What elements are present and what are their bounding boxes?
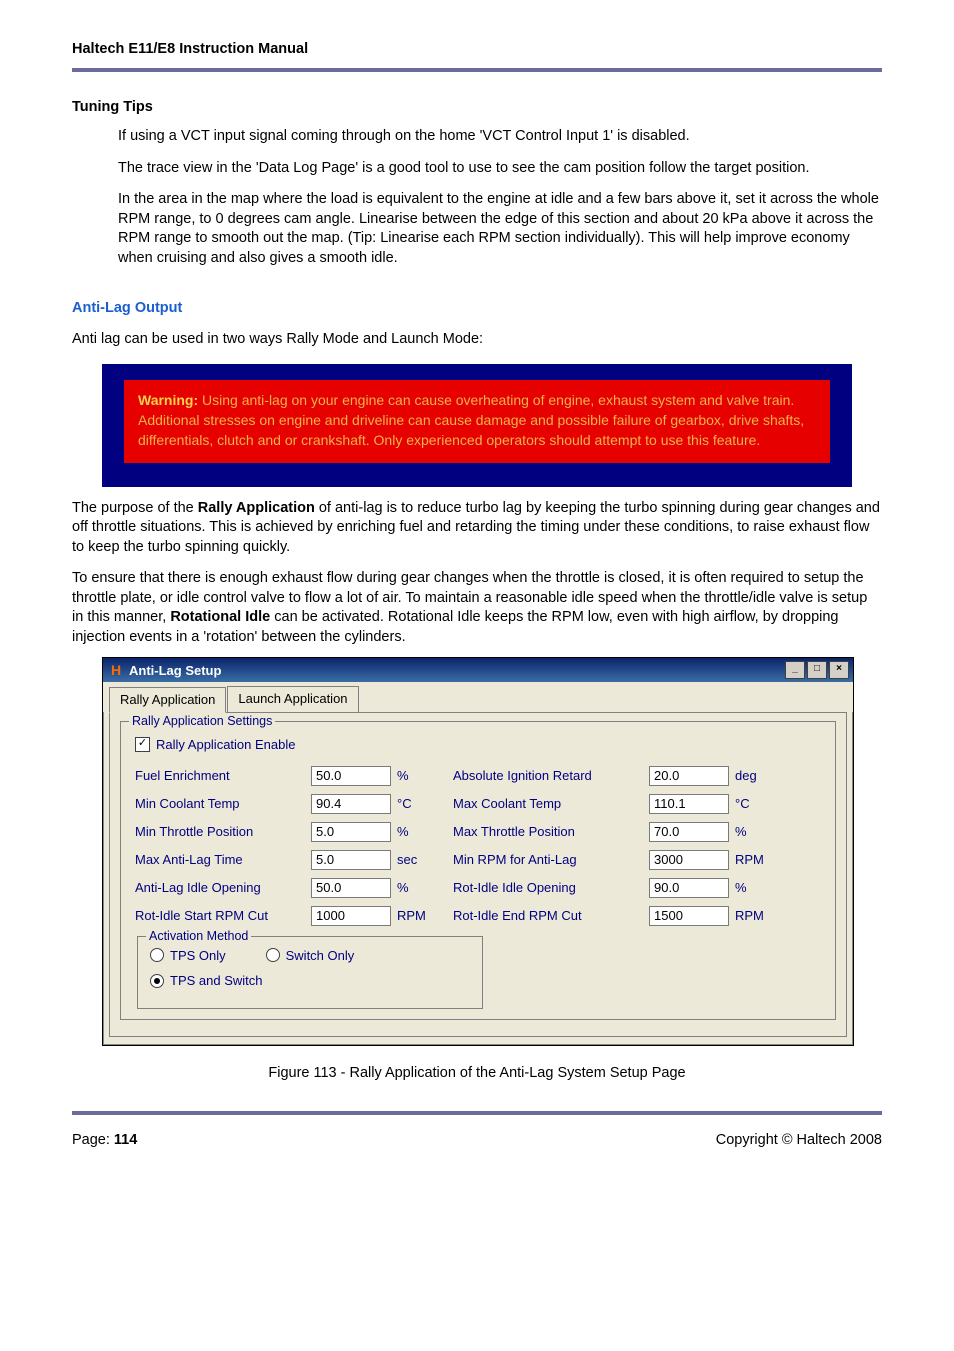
label-rot-start: Rot-Idle Start RPM Cut: [135, 907, 305, 925]
label-min-cool: Min Coolant Temp: [135, 795, 305, 813]
label-fuel: Fuel Enrichment: [135, 767, 305, 785]
unit-rot-end: RPM: [735, 907, 785, 925]
radio-tps-and-switch[interactable]: TPS and Switch: [150, 972, 263, 990]
figure-caption: Figure 113 - Rally Application of the An…: [72, 1064, 882, 1084]
radio-label-tps: TPS Only: [170, 947, 226, 965]
warning-label: Warning:: [138, 392, 198, 408]
radio-dot-tps: [150, 948, 164, 962]
tab-panel: Rally Application Settings ✓ Rally Appli…: [109, 712, 847, 1037]
input-max-thr[interactable]: 70.0: [649, 822, 729, 842]
enable-checkbox[interactable]: ✓: [135, 737, 150, 752]
label-rot-idle: Rot-Idle Idle Opening: [453, 879, 643, 897]
rally-pre: The purpose of the: [72, 500, 198, 516]
input-rot-start[interactable]: 1000: [311, 906, 391, 926]
window-titlebar[interactable]: H Anti-Lag Setup _ □ ×: [103, 658, 853, 682]
input-fuel[interactable]: 50.0: [311, 766, 391, 786]
antilag-setup-window: H Anti-Lag Setup _ □ × Rally Application…: [102, 657, 854, 1045]
minimize-button[interactable]: _: [785, 661, 805, 679]
warning-box-inner: Warning: Using anti-lag on your engine c…: [124, 380, 830, 463]
tuning-p3: In the area in the map where the load is…: [118, 190, 882, 268]
doc-header: Haltech E11/E8 Instruction Manual: [72, 40, 882, 72]
radio-label-both: TPS and Switch: [170, 972, 263, 990]
input-al-idle[interactable]: 50.0: [311, 878, 391, 898]
antilag-heading: Anti-Lag Output: [72, 299, 882, 319]
label-al-idle: Anti-Lag Idle Opening: [135, 879, 305, 897]
unit-abs-ign: deg: [735, 767, 785, 785]
input-rot-idle[interactable]: 90.0: [649, 878, 729, 898]
activation-legend: Activation Method: [146, 928, 251, 945]
label-min-thr: Min Throttle Position: [135, 823, 305, 841]
label-min-rpm: Min RPM for Anti-Lag: [453, 851, 643, 869]
unit-rot-start: RPM: [397, 907, 447, 925]
unit-fuel: %: [397, 767, 447, 785]
app-icon: H: [109, 663, 123, 677]
activation-group: Activation Method TPS Only Switch Only: [137, 936, 483, 1009]
tuning-tips-heading: Tuning Tips: [72, 98, 882, 118]
input-max-time[interactable]: 5.0: [311, 850, 391, 870]
radio-label-switch: Switch Only: [286, 947, 355, 965]
input-abs-ign[interactable]: 20.0: [649, 766, 729, 786]
warning-body: Using anti-lag on your engine can cause …: [138, 392, 804, 449]
tabs-row: Rally Application Launch Application: [103, 682, 853, 712]
label-rot-end: Rot-Idle End RPM Cut: [453, 907, 643, 925]
close-button[interactable]: ×: [829, 661, 849, 679]
unit-min-thr: %: [397, 823, 447, 841]
rot-bold: Rotational Idle: [170, 609, 270, 625]
page-label: Page:: [72, 1132, 114, 1148]
unit-max-thr: %: [735, 823, 785, 841]
radio-dot-both: [150, 974, 164, 988]
maximize-button[interactable]: □: [807, 661, 827, 679]
tab-launch[interactable]: Launch Application: [227, 686, 358, 712]
rally-bold: Rally Application: [198, 500, 315, 516]
page-number: 114: [114, 1132, 137, 1148]
unit-rot-idle: %: [735, 879, 785, 897]
rally-settings-legend: Rally Application Settings: [129, 713, 275, 730]
unit-max-cool: °C: [735, 795, 785, 813]
tuning-p2: The trace view in the 'Data Log Page' is…: [118, 159, 882, 179]
page-footer: Page: 114 Copyright © Haltech 2008: [72, 1111, 882, 1151]
rotational-paragraph: To ensure that there is enough exhaust f…: [72, 569, 882, 647]
rally-paragraph: The purpose of the Rally Application of …: [72, 499, 882, 558]
fields-grid: Fuel Enrichment 50.0 % Absolute Ignition…: [135, 766, 825, 926]
input-min-cool[interactable]: 90.4: [311, 794, 391, 814]
radio-tps-only[interactable]: TPS Only: [150, 947, 226, 965]
input-min-thr[interactable]: 5.0: [311, 822, 391, 842]
unit-min-rpm: RPM: [735, 851, 785, 869]
tab-rally[interactable]: Rally Application: [109, 687, 226, 713]
unit-max-time: sec: [397, 851, 447, 869]
label-abs-ign: Absolute Ignition Retard: [453, 767, 643, 785]
tuning-p1: If using a VCT input signal coming throu…: [118, 127, 882, 147]
unit-min-cool: °C: [397, 795, 447, 813]
unit-al-idle: %: [397, 879, 447, 897]
warning-box-outer: Warning: Using anti-lag on your engine c…: [102, 364, 852, 487]
rally-settings-group: Rally Application Settings ✓ Rally Appli…: [120, 721, 836, 1020]
label-max-thr: Max Throttle Position: [453, 823, 643, 841]
enable-label: Rally Application Enable: [156, 736, 295, 754]
copyright: Copyright © Haltech 2008: [716, 1131, 882, 1151]
input-rot-end[interactable]: 1500: [649, 906, 729, 926]
label-max-time: Max Anti-Lag Time: [135, 851, 305, 869]
radio-switch-only[interactable]: Switch Only: [266, 947, 355, 965]
antilag-intro: Anti lag can be used in two ways Rally M…: [72, 330, 882, 350]
input-max-cool[interactable]: 110.1: [649, 794, 729, 814]
radio-dot-switch: [266, 948, 280, 962]
input-min-rpm[interactable]: 3000: [649, 850, 729, 870]
label-max-cool: Max Coolant Temp: [453, 795, 643, 813]
window-title: Anti-Lag Setup: [129, 662, 221, 680]
